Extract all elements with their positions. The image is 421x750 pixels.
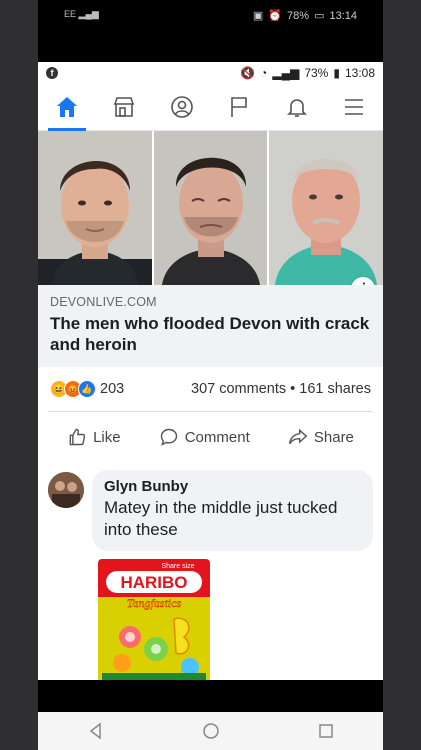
back-icon[interactable] (87, 722, 105, 740)
reaction-count: 203 (100, 381, 125, 397)
phone-frame: EE ▂▄▆ ▣ ⏰ 78% ▭ 13:14 f 🔇 ◔ ▂▄▆ 73% ▮ 1… (38, 0, 383, 750)
comments-count[interactable]: 307 comments (191, 381, 286, 397)
menu-icon (345, 99, 364, 115)
link-preview[interactable]: DEVONLIVE.COM The men who flooded Devon … (38, 285, 383, 367)
tab-home[interactable] (46, 84, 88, 131)
nfc-icon: ▣ (252, 10, 264, 22)
facebook-notification-icon: f (46, 67, 58, 79)
separator-dot: • (290, 381, 296, 397)
carrier-label: EE ▂▄▆ (64, 9, 99, 19)
outer-battery-percent: 78% (287, 9, 310, 22)
post-stats: 😆 😡 👍 203 307 comments • 161 shares (38, 367, 383, 411)
thumbs-up-icon (69, 428, 86, 446)
outer-time: 13:14 (329, 9, 357, 22)
tab-marketplace[interactable] (103, 84, 145, 130)
inner-status-bar: f 🔇 ◔ ▂▄▆ 73% ▮ 13:08 (38, 62, 383, 84)
comment-icon (160, 428, 177, 446)
mugshot-left (38, 131, 152, 285)
battery-icon: ▮ (333, 66, 340, 80)
mugshot-middle (153, 131, 268, 285)
link-title: The men who flooded Devon with crack and… (50, 314, 370, 354)
profile-icon (170, 96, 193, 118)
marketplace-icon (114, 97, 135, 117)
comment-text: Matey in the middle just tucked into the… (104, 498, 338, 539)
comment-author[interactable]: Glyn Bunby (104, 478, 361, 495)
reactions-summary[interactable]: 😆 😡 👍 203 (50, 380, 124, 398)
link-domain: DEVONLIVE.COM (50, 295, 157, 309)
comment-label: Comment (184, 428, 250, 446)
product-name: Tangfastics (127, 596, 182, 610)
top-navigation (38, 84, 383, 131)
avatar[interactable] (48, 472, 84, 508)
tab-pages[interactable] (218, 84, 260, 130)
like-label: Like (93, 428, 121, 446)
mute-icon: 🔇 (240, 66, 256, 80)
facebook-screen: f 🔇 ◔ ▂▄▆ 73% ▮ 13:08 DEVONLIVE.COM The … (38, 62, 383, 680)
home-circle-icon[interactable] (202, 722, 220, 740)
comment: Glyn Bunby Matey in the middle just tuck… (38, 462, 383, 551)
like-button[interactable]: Like (67, 427, 121, 447)
battery-icon: ▭ (314, 10, 325, 22)
flag-icon (231, 97, 248, 117)
post-actions: Like Comment Share (48, 411, 373, 462)
comment-button[interactable]: Comment (159, 427, 250, 447)
inner-time: 13:08 (344, 66, 375, 80)
comment-bubble: Glyn Bunby Matey in the middle just tuck… (92, 470, 373, 551)
recents-square-icon[interactable] (317, 722, 335, 740)
share-arrow-icon (288, 428, 308, 445)
signal-icon: ▂▄▆ (272, 66, 300, 80)
tab-notifications[interactable] (276, 84, 318, 130)
comment-image-haribo[interactable]: HARIBO Share size Tangfastics (94, 557, 214, 680)
inner-battery-percent: 73% (304, 66, 329, 80)
mugshot-right: i (269, 131, 383, 285)
post-image[interactable]: i (38, 131, 383, 285)
tab-menu[interactable] (333, 84, 375, 130)
shares-count[interactable]: 161 shares (299, 381, 371, 397)
outer-status-bar: EE ▂▄▆ ▣ ⏰ 78% ▭ 13:14 (38, 0, 383, 34)
android-navigation-bar (38, 712, 383, 750)
alarm-icon: ⏰ (268, 10, 283, 22)
share-size-tag: Share size (161, 563, 194, 570)
share-label: Share (313, 428, 354, 446)
tab-profile[interactable] (161, 84, 203, 130)
share-button[interactable]: Share (288, 427, 354, 447)
wifi-icon: ◔ (260, 66, 268, 80)
home-icon (56, 97, 77, 117)
like-reaction-icon: 👍 (78, 380, 96, 398)
bell-icon (286, 99, 307, 117)
comment-share-counts: 307 comments • 161 shares (191, 381, 371, 397)
haribo-brand: HARIBO (120, 573, 187, 592)
